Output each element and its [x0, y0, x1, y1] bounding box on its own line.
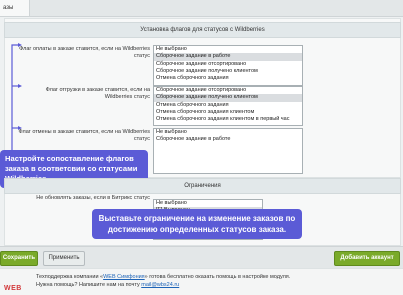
flag-pay-options: Не выбрано Сборочное задание в работе Сбор…	[154, 46, 302, 82]
flag-ship-select[interactable]: Сборочное задание отсортировано Сборочное…	[153, 86, 303, 126]
add-account-button[interactable]: Добавить аккаунт	[334, 251, 400, 266]
flag-cancel-select[interactable]: Не выбрано Сборочное задание в работе	[153, 128, 303, 174]
flag-cancel-options: Не выбрано Сборочное задание в работе	[154, 129, 302, 173]
callout-restriction-hint: Выставьте ограничение на изменение заказ…	[92, 209, 302, 239]
select-option[interactable]: Сборочное задание получено клиентом	[154, 68, 302, 75]
support-line-1: Техподдержка компании «WEB Симфония» гот…	[36, 274, 291, 280]
select-option[interactable]: Отмена сборочного задания	[154, 75, 302, 82]
support-line-2: Нужна помощь? Напишите нам на почту mail…	[36, 282, 180, 288]
select-option[interactable]: Сборочное задание в работе	[154, 136, 302, 143]
flag-ship-options: Сборочное задание отсортировано Сборочное…	[154, 87, 302, 123]
apply-button[interactable]: Применить	[43, 251, 85, 266]
select-option[interactable]: Сборочное задание в работе	[154, 53, 302, 61]
action-bar: Сохранить Применить Добавить аккаунт	[0, 246, 403, 269]
select-option[interactable]	[154, 144, 302, 151]
tab-orders[interactable]: азы	[0, 0, 30, 16]
save-button[interactable]: Сохранить	[0, 251, 38, 266]
no-update-label: Не обновлять заказы, если в Битрикс стат…	[36, 195, 150, 201]
restrictions-section-header: Ограничения	[4, 178, 401, 194]
select-option[interactable]: Отмена сборочного задания клиентом в пер…	[154, 116, 302, 123]
flag-ship-label: Флаг отгрузки в заказе ставится, если на…	[45, 87, 150, 100]
select-option[interactable]: Сборочное задание отсортировано	[154, 61, 302, 68]
select-option[interactable]	[154, 158, 302, 165]
select-option[interactable]: Сборочное задание отсортировано	[154, 87, 302, 94]
select-option[interactable]	[154, 151, 302, 158]
select-option[interactable]: Не выбрано	[154, 200, 262, 207]
select-option[interactable]: Не выбрано	[154, 129, 302, 136]
flag-cancel-label: Флаг отмены в заказе ставится, если на W…	[18, 129, 150, 142]
flag-pay-select[interactable]: Не выбрано Сборочное задание в работе Сбор…	[153, 45, 303, 86]
select-option[interactable]: Не выбрано	[154, 46, 302, 53]
support-email-link[interactable]: mail@wbs24.ru	[141, 282, 179, 288]
company-link[interactable]: WEB Симфония	[103, 274, 145, 280]
select-option[interactable]: Сборочное задание получено клиентом	[154, 94, 302, 102]
support-footer: WEB Техподдержка компании «WEB Симфония»…	[0, 268, 403, 295]
top-tab-bar: азы	[0, 0, 403, 17]
select-option[interactable]: Отмена сборочного задания	[154, 102, 302, 109]
flag-pay-label: Флаг оплаты в заказе ставится, если на W…	[19, 46, 150, 59]
company-logo: WEB	[4, 285, 22, 292]
select-option[interactable]	[154, 165, 302, 172]
flags-section-header: Установка флагов для статусов с Wildberr…	[4, 22, 401, 38]
